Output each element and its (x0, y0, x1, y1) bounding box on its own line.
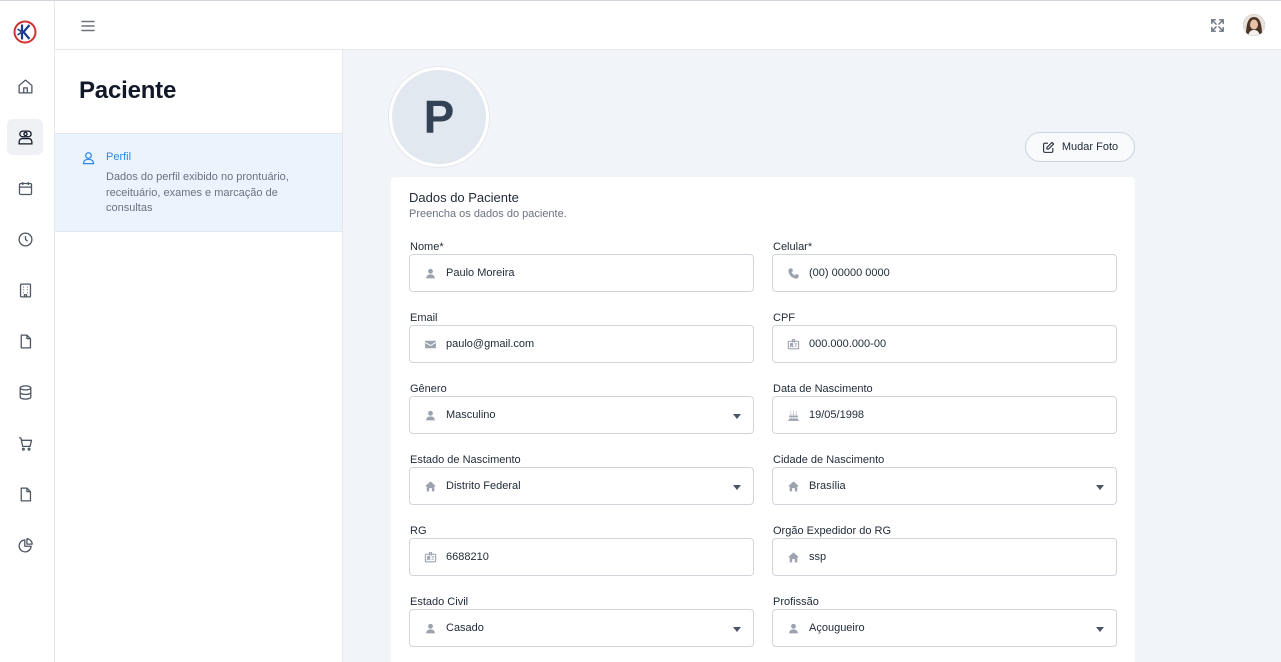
page-title: Paciente (79, 77, 177, 104)
field-label: CPF (773, 312, 795, 324)
document-icon (20, 486, 31, 502)
field-value: 6688210 (446, 551, 489, 563)
nav-home[interactable] (7, 68, 43, 104)
nav-database[interactable] (7, 374, 43, 410)
cake-icon (788, 410, 799, 421)
profissao-select[interactable]: Açougueiro (772, 609, 1117, 647)
estado-nascimento-select[interactable]: Distrito Federal (409, 467, 754, 505)
cpf-input[interactable]: 000.000.000-00 (772, 325, 1117, 363)
field-value: Casado (446, 622, 484, 634)
database-icon (19, 384, 31, 400)
email-input[interactable]: paulo@gmail.com (409, 325, 754, 363)
estado-civil-select[interactable]: Casado (409, 609, 754, 647)
photo-initial: P (423, 91, 455, 143)
field-label: Estado Civil (410, 596, 469, 608)
nav-building[interactable] (7, 272, 43, 308)
change-photo-label: Mudar Foto (1061, 141, 1119, 153)
field-value: paulo@gmail.com (446, 338, 535, 350)
field-label: Cidade de Nascimento (773, 454, 885, 466)
nav-patients[interactable] (7, 119, 43, 155)
field-value: 000.000.000-00 (809, 338, 887, 350)
nascimento-input[interactable]: 19/05/1998 (772, 396, 1117, 434)
mail-icon (425, 340, 436, 349)
field-label: Email (410, 312, 438, 324)
clock-icon (17, 231, 33, 247)
chevron-down-icon (733, 485, 741, 490)
field-label: Celular* (773, 241, 813, 253)
field-label: Profissão (773, 596, 819, 608)
file-icon (20, 333, 31, 349)
field-value: 19/05/1998 (809, 409, 865, 421)
chevron-down-icon (733, 414, 741, 419)
field-value: ssp (809, 551, 827, 563)
rg-input[interactable]: 6688210 (409, 538, 754, 576)
field-label: RG (410, 525, 427, 537)
nav-document[interactable] (7, 476, 43, 512)
home-fill-icon (425, 481, 436, 492)
chevron-down-icon (733, 627, 741, 632)
nav-calendar[interactable] (7, 170, 43, 206)
home-fill-icon (788, 552, 799, 563)
field-value: Distrito Federal (446, 480, 521, 492)
id-card-icon (424, 552, 437, 563)
id-card-icon (787, 339, 800, 350)
field-label: Orgão Expedidor do RG (773, 525, 892, 537)
user-icon (426, 623, 435, 634)
chevron-down-icon (1096, 485, 1104, 490)
nav-file[interactable] (7, 323, 43, 359)
app-logo[interactable] (13, 20, 37, 44)
edit-icon (1042, 141, 1055, 153)
field-label: Gênero (410, 383, 447, 395)
user-avatar[interactable] (1243, 14, 1265, 36)
chevron-down-icon (1096, 627, 1104, 632)
nome-input[interactable]: Paulo Moreira (409, 254, 754, 292)
section-item-description: Dados do perfil exibido no prontuário, r… (106, 171, 289, 214)
home-fill-icon (788, 481, 799, 492)
nav-reports[interactable] (7, 527, 43, 563)
celular-input[interactable]: (00) 00000 0000 (772, 254, 1117, 292)
user-icon (426, 410, 435, 421)
genero-select[interactable]: Masculino (409, 396, 754, 434)
left-nav-rail (0, 0, 55, 662)
nav-cart[interactable] (7, 425, 43, 461)
cart-icon (18, 436, 32, 451)
field-value: Brasília (809, 480, 846, 492)
field-value: Paulo Moreira (446, 267, 515, 279)
pie-chart-icon (18, 537, 33, 552)
users-icon (17, 129, 33, 145)
cidade-nascimento-select[interactable]: Brasília (772, 467, 1117, 505)
field-label: Estado de Nascimento (410, 454, 521, 466)
form-title: Dados do Paciente (409, 190, 519, 205)
phone-icon (788, 268, 799, 279)
nav-clock[interactable] (7, 221, 43, 257)
field-value: (00) 00000 0000 (809, 267, 890, 279)
field-label: Data de Nascimento (773, 383, 873, 395)
user-outline-icon (82, 152, 95, 165)
change-photo-button[interactable]: Mudar Foto (1025, 132, 1135, 162)
main-content: P Mudar Foto Dados do Paciente Preencha … (343, 50, 1281, 662)
section-panel: Paciente Perfil Dados do perfil exibido … (55, 50, 343, 662)
building-icon (19, 282, 31, 298)
patient-photo: P (389, 67, 489, 167)
calendar-icon (18, 181, 32, 195)
hamburger-menu-icon[interactable] (79, 17, 97, 35)
section-item-perfil[interactable]: Perfil Dados do perfil exibido no prontu… (55, 133, 342, 232)
form-subtitle: Preencha os dados do paciente. (409, 208, 567, 220)
avatar-image (1243, 14, 1265, 36)
patient-form-card: Dados do Paciente Preencha os dados do p… (391, 177, 1135, 662)
section-item-title: Perfil (106, 151, 132, 163)
top-bar (55, 0, 1281, 50)
user-icon (789, 623, 798, 634)
field-label: Nome* (410, 241, 444, 253)
field-value: Masculino (446, 409, 496, 421)
orgao-rg-input[interactable]: ssp (772, 538, 1117, 576)
fullscreen-icon[interactable] (1209, 17, 1226, 34)
field-value: Açougueiro (809, 622, 865, 634)
home-icon (17, 78, 33, 94)
user-icon (426, 268, 435, 279)
